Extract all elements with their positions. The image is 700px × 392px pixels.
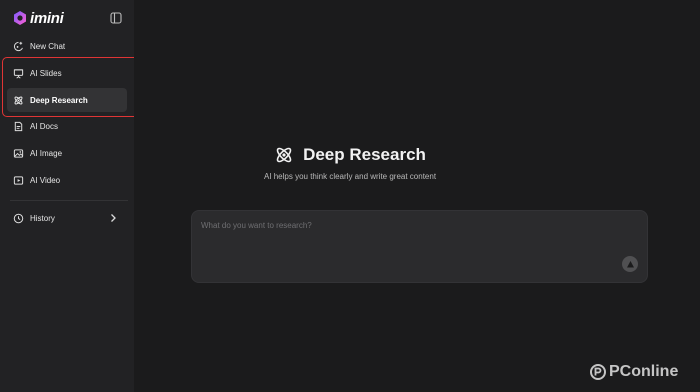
collapse-sidebar-icon[interactable] xyxy=(110,12,122,24)
brand-logo[interactable]: imini xyxy=(12,9,64,27)
main-panel xyxy=(134,0,700,392)
page-title: Deep Research xyxy=(0,145,700,165)
arrow-up-icon xyxy=(626,260,634,267)
brand-name: imini xyxy=(30,9,64,27)
clock-icon xyxy=(13,213,24,223)
sidebar-item-history[interactable]: History xyxy=(7,206,127,230)
research-input[interactable] xyxy=(201,221,621,261)
sidebar-item-label: New Chat xyxy=(30,41,66,51)
sidebar-item-ai-docs[interactable]: AI Docs xyxy=(7,114,127,138)
send-button[interactable] xyxy=(622,256,638,272)
research-input-container xyxy=(191,210,648,283)
sidebar-item-new-chat[interactable]: New Chat xyxy=(7,34,127,58)
pconline-logo-icon xyxy=(590,364,606,380)
watermark: PConline xyxy=(590,363,678,381)
sidebar-item-label: History xyxy=(30,213,55,223)
sidebar-divider xyxy=(10,200,128,201)
new-chat-icon xyxy=(13,41,23,51)
imini-logo-icon xyxy=(14,11,26,25)
atom-icon xyxy=(276,147,292,163)
chevron-right-icon xyxy=(111,214,116,222)
docs-icon xyxy=(14,121,23,131)
page-title-text: Deep Research xyxy=(303,145,426,164)
sidebar-item-label: AI Docs xyxy=(30,121,59,131)
watermark-text: PConline xyxy=(609,363,679,380)
page-subtitle: AI helps you think clearly and write gre… xyxy=(263,172,437,181)
